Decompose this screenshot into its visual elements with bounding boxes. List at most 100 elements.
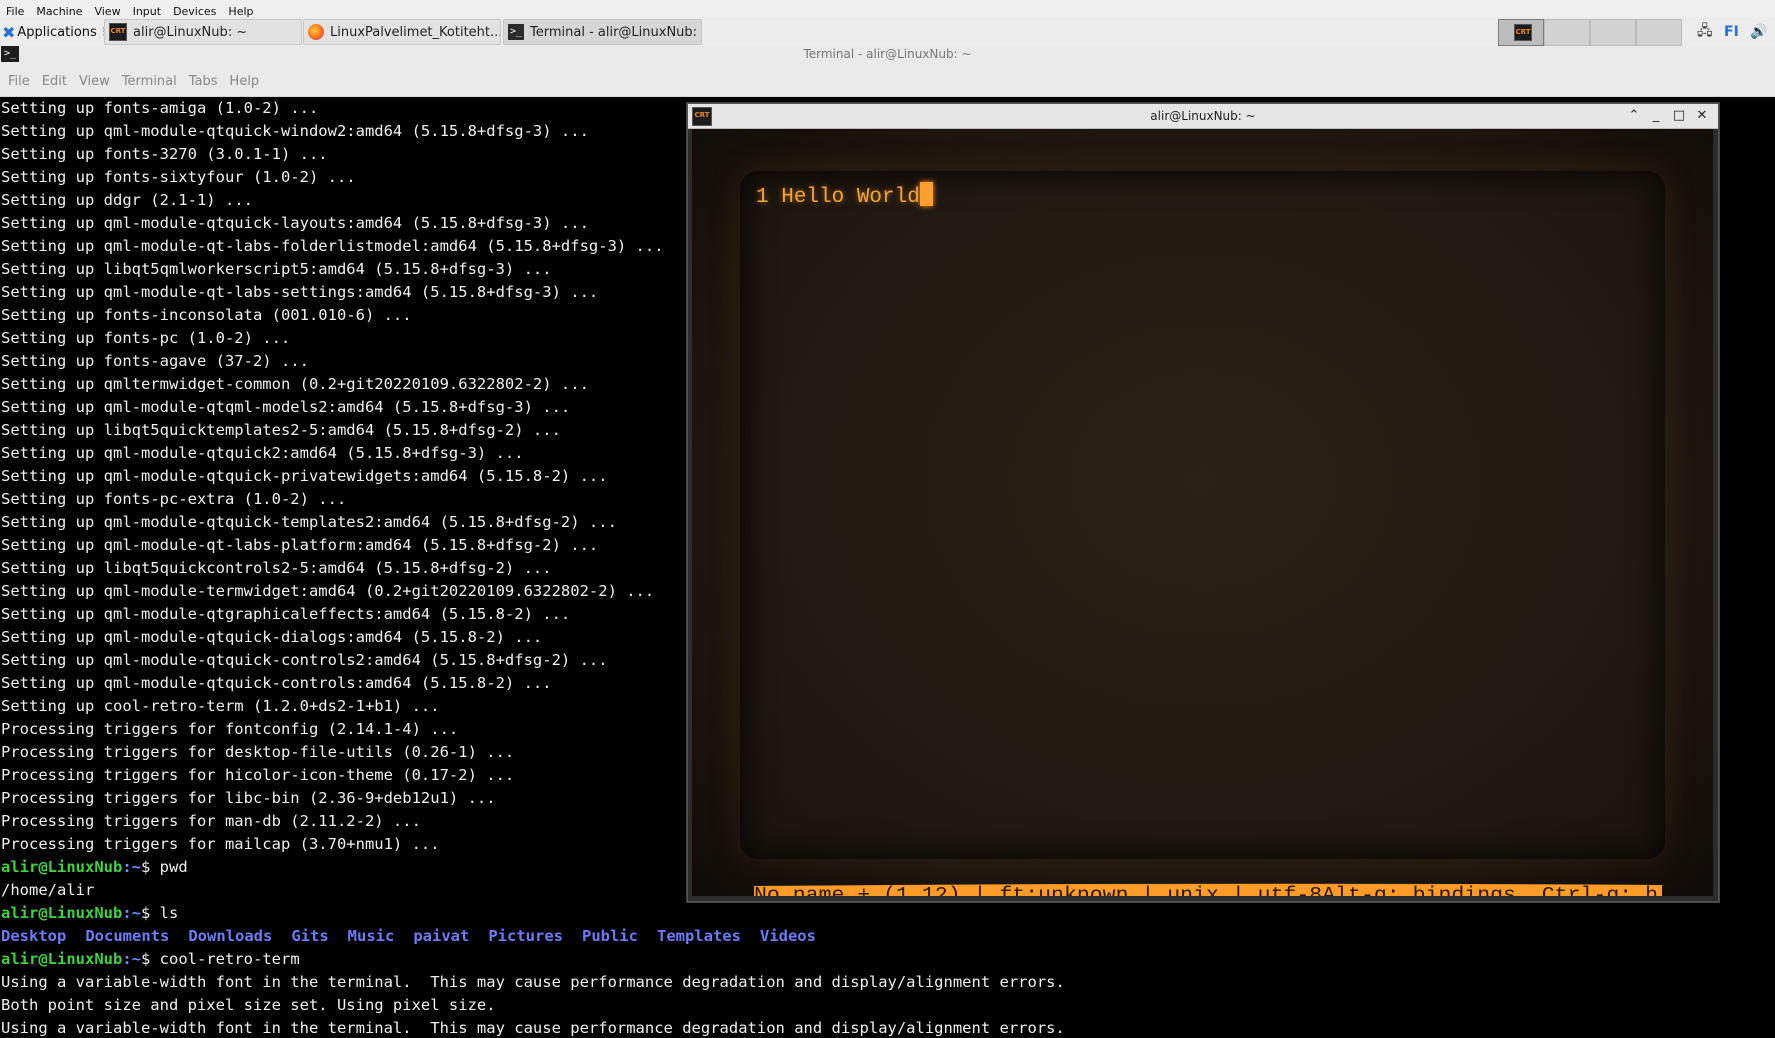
prompt-symbol: $	[141, 950, 151, 968]
output-line: Setting up qml-module-termwidget:amd64 (…	[1, 582, 655, 600]
network-icon[interactable]: 🖧	[1697, 21, 1713, 43]
taskbar-panel: ✖ Applications ⁝ CRT alir@LinuxNub: ~ Li…	[0, 17, 1775, 47]
warning-line: Using a variable-width font in the termi…	[1, 1019, 1065, 1037]
maximize-icon[interactable]: □	[1669, 106, 1689, 126]
task-firefox[interactable]: LinuxPalvelimet_Kotiteht...	[303, 19, 501, 45]
task-cool-retro-term[interactable]: CRT alir@LinuxNub: ~	[104, 19, 302, 45]
prompt-user: alir@LinuxNub	[1, 858, 123, 876]
prompt-symbol: $	[141, 858, 151, 876]
terminal-icon: >_	[508, 24, 524, 40]
crt-buffer-text: Hello World	[781, 186, 920, 209]
prompt-line-pwd: alir@LinuxNub:~$ pwd	[1, 856, 188, 879]
output-line: Setting up qml-module-qtquick-dialogs:am…	[1, 628, 543, 646]
terminal-menu-help[interactable]: Help	[220, 68, 260, 96]
workspace-2[interactable]	[1544, 19, 1590, 46]
output-line: Processing triggers for mailcap (3.70+nm…	[1, 835, 440, 853]
crt-glass	[740, 171, 1665, 859]
workspace-1[interactable]: CRT	[1498, 19, 1544, 46]
output-line: Processing triggers for hicolor-icon-the…	[1, 766, 515, 784]
output-line: Setting up libqt5quickcontrols2-5:amd64 …	[1, 559, 552, 577]
output-line: Setting up fonts-inconsolata (001.010-6)…	[1, 306, 412, 324]
command-text: pwd	[150, 858, 188, 876]
output-line: Setting up fonts-pc (1.0-2) ...	[1, 329, 291, 347]
output-line: Processing triggers for libc-bin (2.36-9…	[1, 789, 496, 807]
output-line: Setting up qml-module-qtqml-models2:amd6…	[1, 398, 571, 416]
output-line: Setting up qml-module-qtquick-controls2:…	[1, 651, 608, 669]
output-line: Setting up ddgr (2.1-1) ...	[1, 191, 253, 209]
close-icon[interactable]: ✕	[1692, 106, 1712, 126]
output-line: Setting up libqt5qmlworkerscript5:amd64 …	[1, 260, 552, 278]
crt-line-number: 1	[756, 186, 769, 209]
warning-line: Both point size and pixel size set. Usin…	[1, 996, 496, 1014]
applications-label: Applications	[17, 24, 97, 40]
output-line: Setting up libqt5quicktemplates2-5:amd64…	[1, 421, 561, 439]
output-line: Setting up qml-module-qtquick-privatewid…	[1, 467, 608, 485]
dir-entry: Music	[347, 927, 395, 945]
output-line: Setting up qml-module-qt-labs-settings:a…	[1, 283, 599, 301]
terminal-menu-edit[interactable]: Edit	[32, 68, 67, 96]
command-text: cool-retro-term	[150, 950, 300, 968]
dir-entry: Videos	[759, 927, 816, 945]
output-line: Setting up fonts-amiga (1.0-2) ...	[1, 99, 319, 117]
output-line: Setting up fonts-agave (37-2) ...	[1, 352, 309, 370]
crt-buffer: 1 Hello World	[756, 182, 933, 212]
crt-status-text: No name + (1,12) | ft:unknown | unix | u…	[754, 885, 1658, 897]
output-line: Setting up fonts-3270 (3.0.1-1) ...	[1, 145, 328, 163]
output-line: Setting up fonts-pc-extra (1.0-2) ...	[1, 490, 347, 508]
dir-entry: Templates	[656, 927, 741, 945]
applications-menu-button[interactable]: ✖ Applications ⁝	[2, 21, 106, 43]
dir-entry: paivat	[413, 927, 470, 945]
shade-icon[interactable]: ⌃	[1624, 106, 1644, 126]
host-menu-bar: File Machine View Input Devices Help	[0, 0, 1775, 18]
output-line: Setting up qmltermwidget-common (0.2+git…	[1, 375, 589, 393]
dir-entry: Documents	[85, 927, 170, 945]
output-line: Setting up qml-module-qtquick-templates2…	[1, 513, 617, 531]
output-line: Setting up qml-module-qtquick-window2:am…	[1, 122, 589, 140]
crt-titlebar[interactable]: CRT alir@LinuxNub: ~ ⌃ _ □ ✕	[688, 104, 1718, 129]
task-label: LinuxPalvelimet_Kotiteht...	[330, 24, 501, 40]
prompt-path: :~	[122, 950, 141, 968]
crt-screen[interactable]: 1 Hello World No name + (1,12) | ft:unkn…	[692, 129, 1713, 896]
terminal-menu-view[interactable]: View	[69, 68, 110, 96]
output-line: Setting up qml-module-qt-labs-folderlist…	[1, 237, 664, 255]
output-line: Setting up qml-module-qtquick-layouts:am…	[1, 214, 589, 232]
keyboard-layout[interactable]: FI	[1724, 21, 1739, 43]
xfce-logo-icon: ✖	[2, 22, 16, 42]
dir-entry: Downloads	[188, 927, 273, 945]
terminal-menubar: File Edit View Terminal Tabs Help	[0, 68, 1775, 97]
task-terminal[interactable]: >_ Terminal - alir@LinuxNub: ~	[503, 19, 702, 45]
cool-retro-term-icon: CRT	[109, 23, 127, 41]
output-line: Setting up fonts-sixtyfour (1.0-2) ...	[1, 168, 356, 186]
terminal-menu-file[interactable]: File	[0, 68, 30, 96]
workspace-4[interactable]	[1636, 19, 1682, 46]
warning-line: Using a variable-width font in the termi…	[1, 973, 1065, 991]
volume-icon[interactable]: 🔊	[1750, 21, 1767, 43]
prompt-line-ls: alir@LinuxNub:~$ ls	[1, 902, 178, 925]
prompt-symbol: $	[141, 904, 151, 922]
minimize-icon[interactable]: _	[1646, 106, 1666, 126]
output-line: Setting up qml-module-qt-labs-platform:a…	[1, 536, 599, 554]
crt-status-bar: No name + (1,12) | ft:unknown | unix | u…	[754, 883, 1662, 897]
cool-retro-term-icon: CRT	[1514, 24, 1532, 41]
output-line: Processing triggers for man-db (2.11.2-2…	[1, 812, 421, 830]
dir-entry: Gits	[291, 927, 329, 945]
terminal-title: Terminal - alir@LinuxNub: ~	[803, 47, 972, 61]
task-label: Terminal - alir@LinuxNub: ~	[530, 24, 702, 40]
crt-cursor	[919, 182, 933, 206]
prompt-user: alir@LinuxNub	[1, 904, 123, 922]
prompt-path: :~	[122, 858, 141, 876]
terminal-menu-tabs[interactable]: Tabs	[179, 68, 218, 96]
terminal-titlebar: >_ Terminal - alir@LinuxNub: ~	[0, 46, 1775, 68]
dir-entry: Desktop	[1, 927, 67, 945]
terminal-menu-terminal[interactable]: Terminal	[112, 68, 177, 96]
crt-title: alir@LinuxNub: ~	[1150, 109, 1256, 123]
cool-retro-term-window[interactable]: CRT alir@LinuxNub: ~ ⌃ _ □ ✕ 1 Hello Wor…	[687, 103, 1719, 902]
workspace-3[interactable]	[1590, 19, 1636, 46]
output-line: Processing triggers for fontconfig (2.14…	[1, 720, 459, 738]
prompt-user: alir@LinuxNub	[1, 950, 123, 968]
dir-entry: Pictures	[488, 927, 563, 945]
dir-entry: Public	[581, 927, 638, 945]
ls-output: Desktop Documents Downloads Gits Music paivat…	[1, 925, 835, 948]
prompt-path: :~	[122, 904, 141, 922]
firefox-icon	[308, 24, 324, 40]
